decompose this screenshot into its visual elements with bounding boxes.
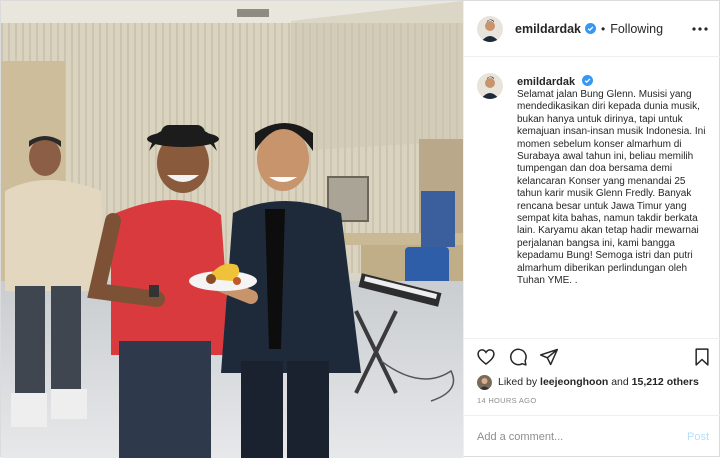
ceiling-vent	[237, 9, 269, 17]
likes-summary: Liked by leejeonghoon and 15,212 others	[477, 373, 699, 391]
post-comment-button[interactable]: Post	[687, 431, 709, 443]
post-timestamp[interactable]: 14 HOURS AGO	[477, 396, 536, 405]
photo-illustration	[1, 1, 463, 458]
comment-input[interactable]	[477, 431, 687, 443]
caption-author-avatar[interactable]	[477, 73, 503, 99]
paper-plane-icon[interactable]	[539, 347, 559, 367]
post-header: emildardak • Following	[464, 1, 720, 57]
likes-prefix: Liked by	[498, 376, 538, 388]
post-side-panel: emildardak • Following emildardak Selama…	[463, 1, 720, 458]
likes-connector: and	[611, 376, 629, 388]
liker-avatar[interactable]	[477, 374, 492, 390]
caption-text: Selamat jalan Bung Glenn. Musisi yang me…	[517, 89, 709, 287]
caption-username[interactable]: emildardak	[517, 76, 575, 88]
instagram-post: emildardak • Following emildardak Selama…	[0, 0, 720, 458]
verified-badge-icon	[582, 75, 594, 86]
comment-box: Post	[464, 415, 720, 458]
verified-badge-icon	[585, 23, 597, 34]
heart-icon[interactable]	[476, 347, 496, 367]
liker-username[interactable]: leejeonghoon	[540, 376, 608, 388]
follow-status-button[interactable]: Following	[610, 22, 663, 36]
author-avatar[interactable]	[477, 15, 503, 42]
post-photo[interactable]	[1, 1, 463, 458]
header-separator: •	[601, 21, 606, 36]
caption-username-row: emildardak	[517, 75, 594, 88]
likes-count[interactable]: 15,212 others	[632, 376, 699, 388]
author-username[interactable]: emildardak	[515, 22, 581, 36]
bookmark-icon[interactable]	[692, 347, 712, 367]
stacked-chairs	[421, 191, 455, 247]
comment-bubble-icon[interactable]	[508, 347, 528, 367]
more-options-icon[interactable]	[690, 19, 710, 39]
post-actions-bar	[464, 338, 720, 373]
